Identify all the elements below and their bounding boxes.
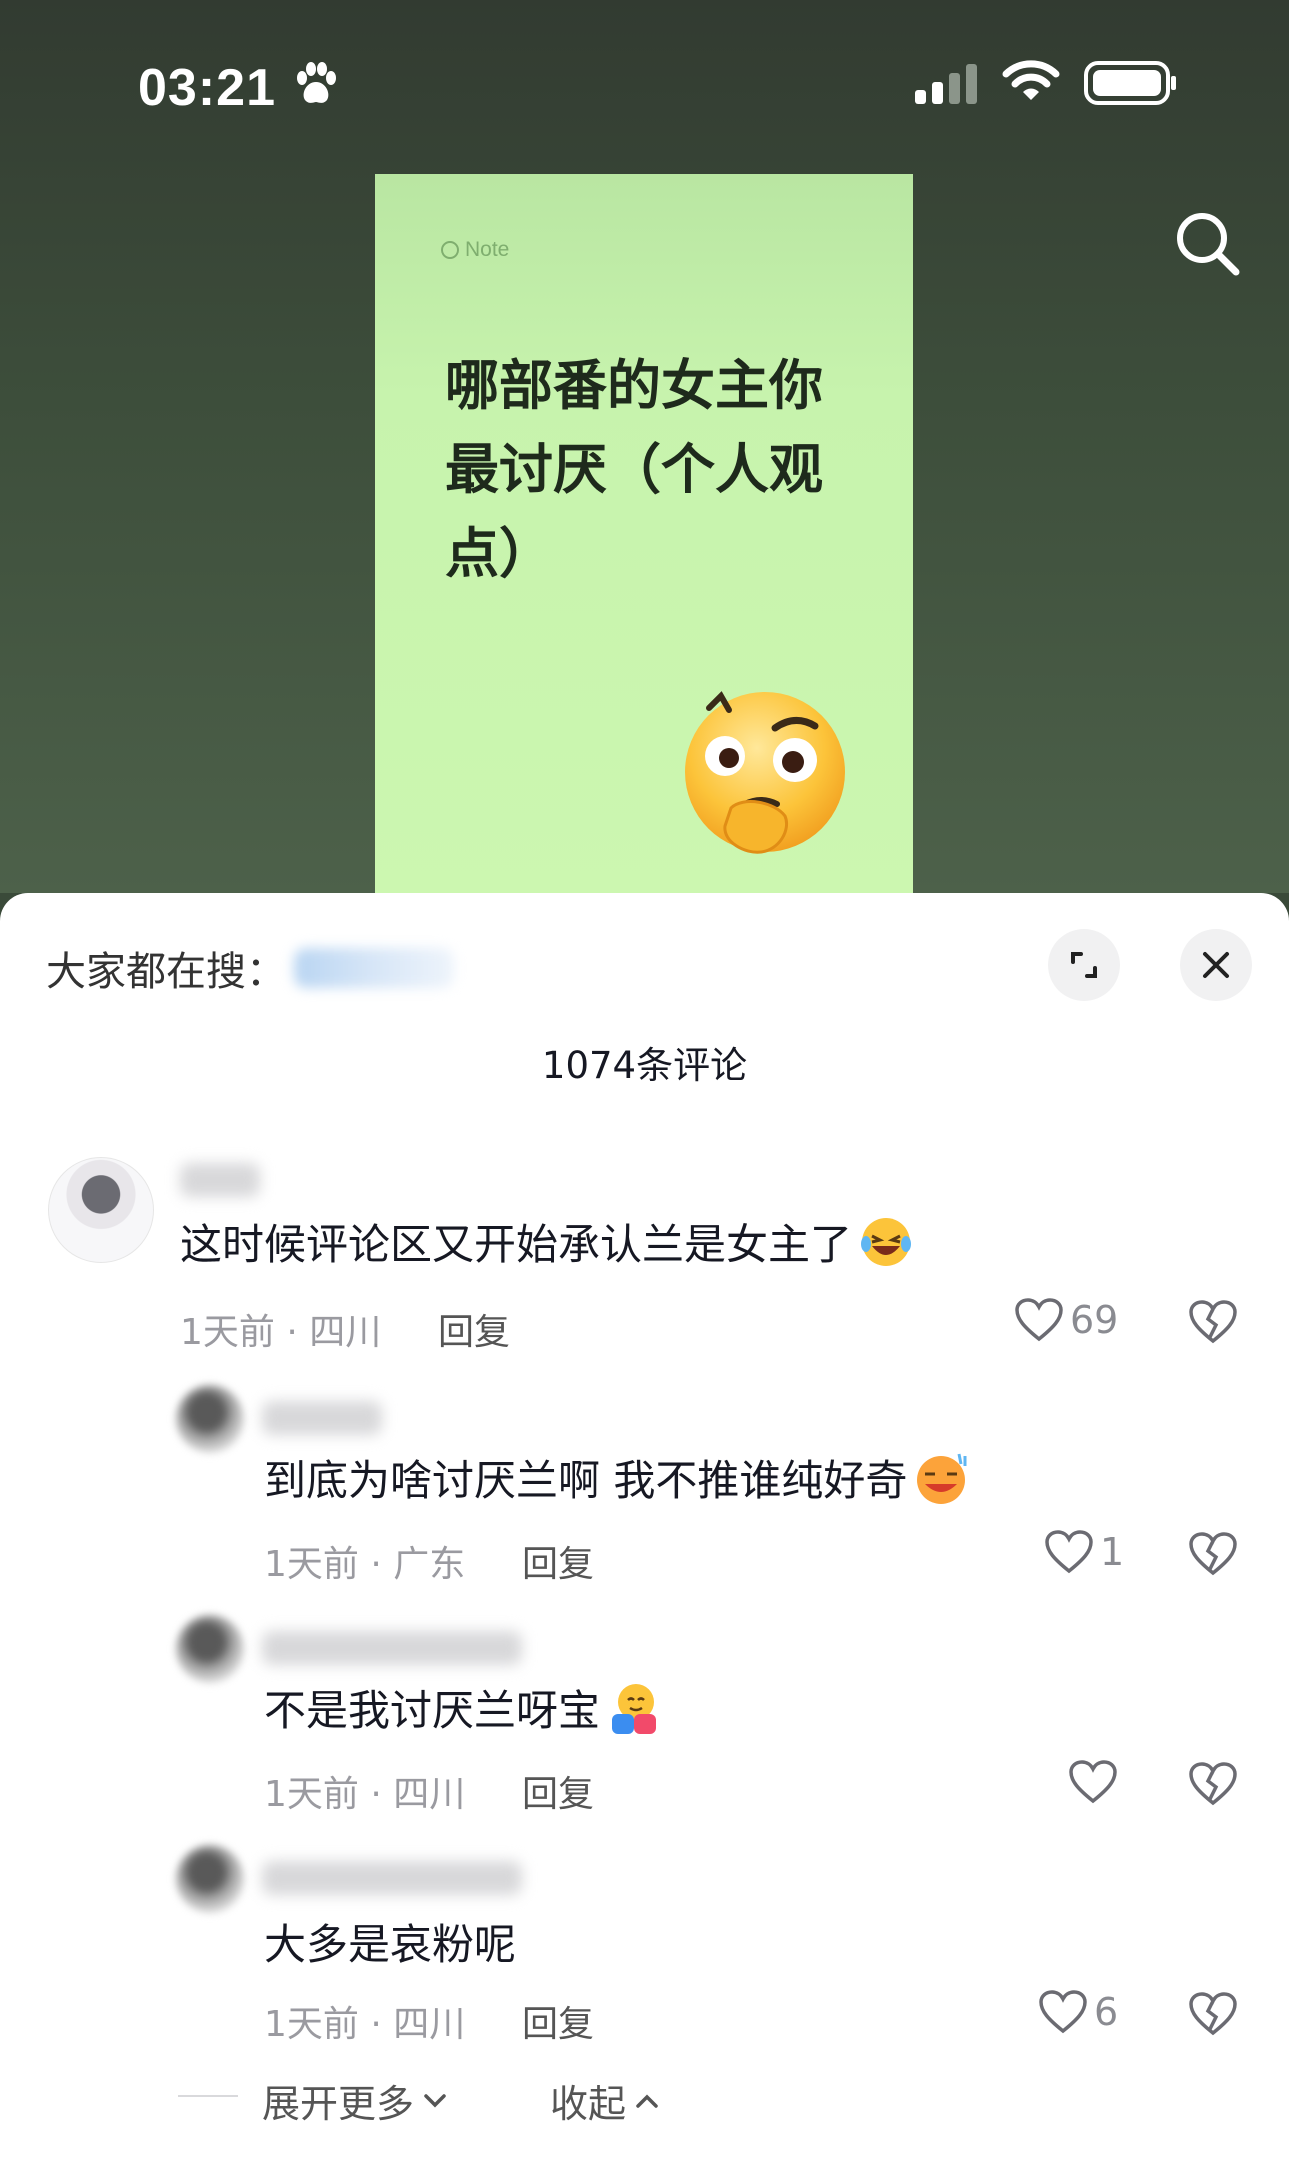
note-title: 哪部番的女主你最讨厌（个人观点） (445, 354, 823, 585)
comment-text-content: 这时候评论区又开始承认兰是女主了 (180, 1220, 853, 1269)
avatar[interactable] (48, 1157, 154, 1263)
expand-more-label: 展开更多 (262, 2082, 415, 2126)
heart-icon (1015, 1298, 1063, 1342)
thinking-face-emoji-icon (685, 691, 845, 854)
comment-meta: 1天前 · 四川 (264, 2004, 466, 2045)
circle-icon (441, 241, 459, 259)
comment-count: 1074条评论 (541, 1044, 748, 1087)
heart-icon (1045, 1530, 1093, 1574)
comment-text: 大多是哀粉呢 (264, 1911, 516, 1972)
wifi-icon (1002, 60, 1060, 100)
battery-icon (1084, 61, 1176, 105)
like-button[interactable]: 1 (1044, 1529, 1124, 1575)
note-card[interactable]: Note 哪部番的女主你最讨厌（个人观点） (375, 174, 913, 893)
comment-meta: 1天前 · 广东 (264, 1544, 466, 1585)
collapse-button[interactable]: 收起 (550, 2073, 660, 2128)
status-bar: 03:21 (0, 0, 1289, 170)
expand-button[interactable] (1048, 929, 1120, 1001)
status-time: 03:21 (138, 59, 276, 117)
chevron-up-icon (636, 2094, 658, 2108)
reply-button[interactable]: 回复 (522, 1765, 594, 1817)
like-count: 6 (1094, 1990, 1119, 2034)
paw-icon (297, 62, 336, 103)
heart-icon (1039, 1990, 1087, 2034)
laughing-tears-emoji-icon (861, 1217, 912, 1266)
comment-text: 到底为啥讨厌兰啊 我不推谁纯好奇 (264, 1447, 969, 1508)
hug-emoji-icon (612, 1683, 657, 1734)
video-area[interactable]: 03:21 Note 哪部番的女主你最讨厌（个人观点） (0, 0, 1289, 893)
comment-meta: 1天前 · 四川 (180, 1312, 382, 1353)
like-count: 69 (1070, 1298, 1119, 1342)
avatar[interactable] (176, 1615, 244, 1683)
expand-icon (1071, 952, 1097, 978)
sweat-smile-emoji-icon (917, 1453, 967, 1504)
username-blurred[interactable] (262, 1631, 522, 1665)
username-blurred[interactable] (262, 1861, 522, 1895)
comment-text: 这时候评论区又开始承认兰是女主了 (180, 1211, 914, 1272)
broken-heart-icon[interactable] (1188, 1761, 1238, 1807)
like-count: 1 (1100, 1530, 1125, 1574)
username-blurred[interactable] (262, 1401, 382, 1435)
note-tag: Note (441, 238, 509, 262)
close-icon (1203, 952, 1229, 978)
comment-sheet: 大家都在搜： 1074条评论 这时候评论区又开始承认兰是女主了 1天前 · 四川… (0, 893, 1289, 2180)
expand-more-button[interactable]: 展开更多 (262, 2073, 448, 2128)
reply-button[interactable]: 回复 (522, 1995, 594, 2047)
reply-button[interactable]: 回复 (522, 1535, 594, 1587)
signal-icon (915, 64, 977, 104)
reply-button[interactable]: 回复 (438, 1303, 510, 1355)
comment-text: 不是我讨厌兰呀宝 (264, 1677, 662, 1738)
username-blurred[interactable] (180, 1163, 260, 1197)
avatar[interactable] (176, 1385, 244, 1453)
like-button[interactable]: 69 (1014, 1297, 1118, 1343)
comment-text-content: 大多是哀粉呢 (264, 1920, 517, 1969)
broken-heart-icon[interactable] (1188, 1991, 1238, 2037)
divider (178, 2095, 238, 2097)
comment-text-content: 不是我讨厌兰呀宝 (264, 1686, 601, 1735)
collapse-label: 收起 (550, 2082, 627, 2126)
comment-meta: 1天前 · 四川 (264, 1774, 466, 1815)
heart-icon (1069, 1760, 1117, 1804)
chevron-down-icon (424, 2093, 446, 2107)
trending-label: 大家都在搜： (46, 949, 286, 995)
like-button[interactable]: 6 (1038, 1989, 1118, 2035)
broken-heart-icon[interactable] (1188, 1299, 1238, 1345)
comment-text-content: 到底为啥讨厌兰啊 我不推谁纯好奇 (264, 1456, 908, 1505)
like-button[interactable] (1068, 1759, 1124, 1805)
broken-heart-icon[interactable] (1188, 1531, 1238, 1577)
close-button[interactable] (1180, 929, 1252, 1001)
search-icon[interactable] (1172, 208, 1242, 278)
note-tag-label: Note (465, 238, 510, 261)
avatar[interactable] (176, 1845, 244, 1913)
trending-keyword-blurred[interactable] (294, 948, 454, 988)
trending-search[interactable]: 大家都在搜： (46, 939, 454, 997)
